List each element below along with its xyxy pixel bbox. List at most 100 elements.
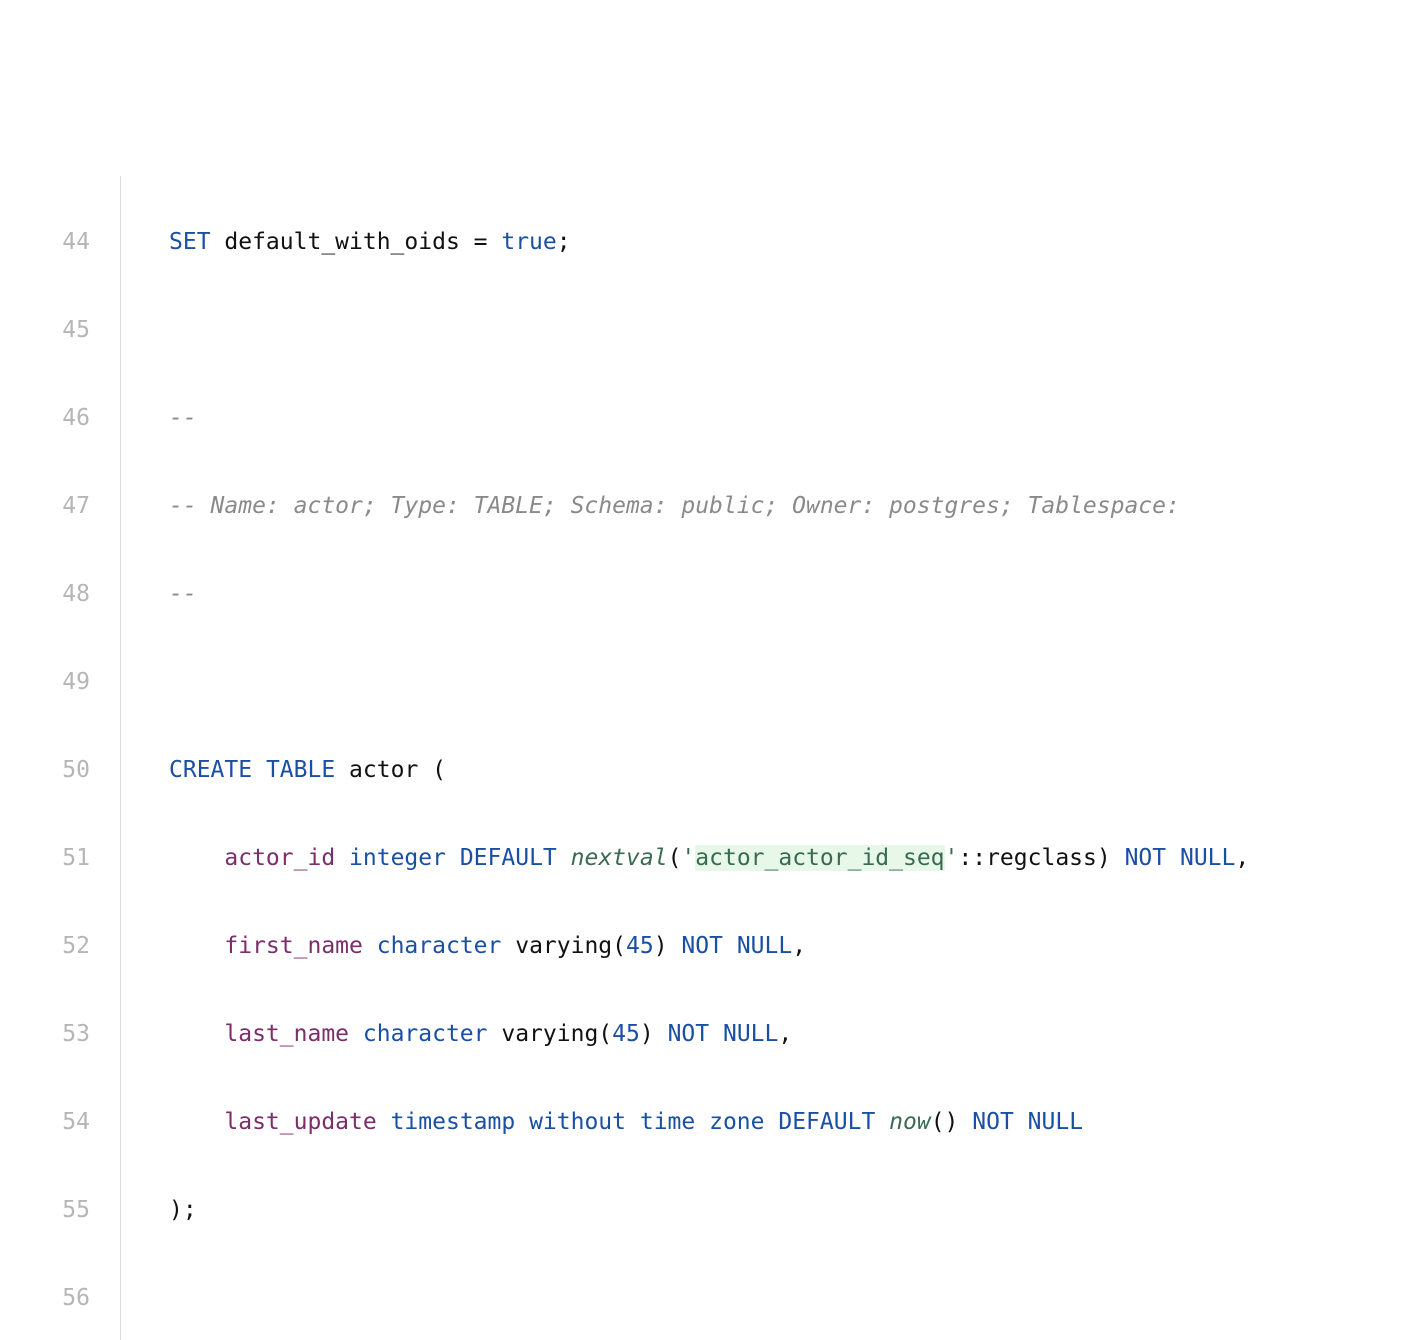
operator-eq: = [474,229,502,255]
code-line[interactable]: first_name character varying(45) NOT NUL… [169,924,1249,968]
code-line[interactable]: last_update timestamp without time zone … [169,1100,1249,1144]
space [349,1021,363,1047]
space [626,1109,640,1135]
code-line[interactable] [169,1276,1249,1320]
keyword-zone: zone [709,1109,764,1135]
string-quote: ' [681,845,695,871]
type-character: character [363,1021,488,1047]
paren-close: ) [640,1021,668,1047]
space [252,757,266,783]
indent [169,1109,224,1135]
parens: () [931,1109,973,1135]
keyword-null: NULL [1180,845,1235,871]
comma: , [1235,845,1249,871]
keyword-create: CREATE [169,757,252,783]
space [1166,845,1180,871]
keyword-time: time [640,1109,695,1135]
keyword-not: NOT [681,933,723,959]
number: 45 [626,933,654,959]
keyword-null: NULL [737,933,792,959]
number: 45 [612,1021,640,1047]
type-character: character [377,933,502,959]
code-line[interactable]: actor_id integer DEFAULT nextval('actor_… [169,836,1249,880]
table-name: actor ( [335,757,446,783]
line-number: 55 [0,1188,90,1232]
column-name: actor_id [224,845,335,871]
code-line[interactable]: SET default_with_oids = true; [169,220,1249,264]
code-line[interactable]: ); [169,1188,1249,1232]
paren-open: ( [598,1021,612,1047]
indent [169,1021,224,1047]
space [377,1109,391,1135]
space [723,933,737,959]
line-number: 47 [0,484,90,528]
code-line[interactable] [169,660,1249,704]
line-number: 44 [0,220,90,264]
line-gutter: 44 45 46 47 48 49 50 51 52 53 54 55 56 5… [0,176,120,1340]
keyword-null: NULL [1028,1109,1083,1135]
keyword-true: true [501,229,556,255]
space [765,1109,779,1135]
semicolon: ; [557,229,571,255]
line-number: 54 [0,1100,90,1144]
comma: , [778,1021,792,1047]
space [1014,1109,1028,1135]
function-now: now [889,1109,931,1135]
type-timestamp: timestamp [391,1109,516,1135]
code-line[interactable] [169,308,1249,352]
line-number: 51 [0,836,90,880]
space [515,1109,529,1135]
paren-open: ( [668,845,682,871]
line-number: 50 [0,748,90,792]
space [875,1109,889,1135]
keyword-default: DEFAULT [460,845,557,871]
keyword-default: DEFAULT [778,1109,875,1135]
space [709,1021,723,1047]
cast: ::regclass) [958,845,1124,871]
indent [169,845,224,871]
line-number: 46 [0,396,90,440]
line-number: 48 [0,572,90,616]
comment: -- [169,405,197,431]
paren-open: ( [612,933,626,959]
varying: varying [515,933,612,959]
code-line[interactable]: last_name character varying(45) NOT NULL… [169,1012,1249,1056]
keyword-table: TABLE [266,757,335,783]
column-name: last_name [224,1021,349,1047]
space [488,1021,502,1047]
keyword-not: NOT [1125,845,1167,871]
code-line[interactable]: -- [169,572,1249,616]
line-number: 56 [0,1276,90,1320]
string-quote: ' [945,845,959,871]
function-nextval: nextval [571,845,668,871]
line-number: 52 [0,924,90,968]
code-line[interactable]: -- Name: actor; Type: TABLE; Schema: pub… [169,484,1249,528]
space [695,1109,709,1135]
column-name: last_update [224,1109,376,1135]
keyword-null: NULL [723,1021,778,1047]
keyword-not: NOT [972,1109,1014,1135]
keyword-set: SET [169,229,211,255]
space [557,845,571,871]
code-line[interactable]: CREATE TABLE actor ( [169,748,1249,792]
indent [169,933,224,959]
line-number: 45 [0,308,90,352]
comment: -- Name: actor; Type: TABLE; Schema: pub… [169,493,1194,519]
varying: varying [501,1021,598,1047]
space [335,845,349,871]
type-integer: integer [349,845,446,871]
paren-close: ) [654,933,682,959]
comma: , [792,933,806,959]
close-paren-semi: ); [169,1197,197,1223]
line-number: 49 [0,660,90,704]
code-editor[interactable]: 44 45 46 47 48 49 50 51 52 53 54 55 56 5… [0,176,1425,1340]
space [363,933,377,959]
comment: -- [169,581,197,607]
string-literal: actor_actor_id_seq [695,845,944,871]
code-content[interactable]: SET default_with_oids = true; -- -- Name… [121,176,1249,1340]
code-line[interactable]: -- [169,396,1249,440]
line-number: 53 [0,1012,90,1056]
column-name: first_name [224,933,362,959]
space [446,845,460,871]
space [501,933,515,959]
